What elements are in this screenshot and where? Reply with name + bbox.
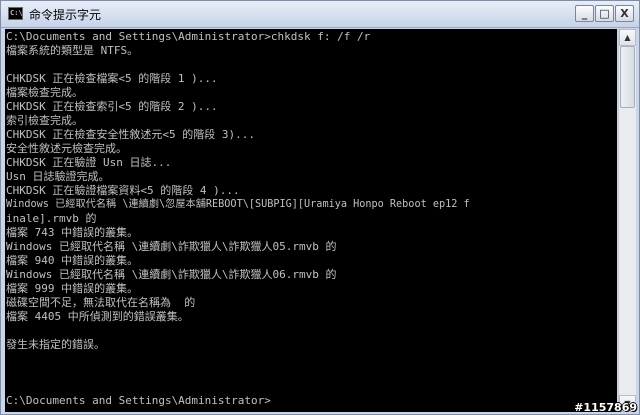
maximize-button[interactable]: □ [595, 5, 614, 22]
console-line: 發生未指定的錯誤。 [6, 338, 105, 351]
console-line: 磁碟空間不足，無法取代在名稱為 的 [6, 296, 196, 309]
console-line: CHKDSK 正在檢查檔案<5 的階段 1 )... [6, 72, 218, 85]
title-bar[interactable]: C:\ 命令提示字元 _ □ X [1, 1, 639, 28]
console-line: Windows 已經取代名稱 \連續劇\忽屋本舖REBOOT\[SUBPIG][… [6, 199, 470, 210]
console-line: 檔案 940 中錯誤的叢集。 [6, 254, 139, 267]
cmd-icon[interactable]: C:\ [8, 7, 23, 20]
minimize-button[interactable]: _ [575, 5, 594, 22]
console-output[interactable]: C:\Documents and Settings\Administrator>… [5, 29, 617, 412]
command-prompt-window: C:\ 命令提示字元 _ □ X C:\Documents and Settin… [0, 0, 640, 415]
console-line: 安全性敘述元檢查完成。 [6, 142, 127, 155]
window-title: 命令提示字元 [29, 8, 102, 22]
close-button[interactable]: X [615, 5, 634, 22]
console-line: 檔案 4405 中所偵測到的錯誤叢集。 [6, 310, 189, 323]
console-line: C:\Documents and Settings\Administrator>… [6, 30, 371, 43]
console-line: CHKDSK 正在驗證 Usn 日誌... [6, 156, 172, 169]
console-line: 檔案檢查完成。 [6, 86, 83, 99]
console-line: 索引檢查完成。 [6, 114, 83, 127]
console-line: Usn 日誌驗證完成。 [6, 170, 110, 183]
console-line: CHKDSK 正在驗證檔案資料<5 的階段 4 )... [6, 184, 240, 197]
scrollbar-thumb[interactable] [620, 46, 635, 108]
console-line: 檔案 999 中錯誤的叢集。 [6, 282, 139, 295]
console-line: CHKDSK 正在檢查索引<5 的階段 2 )... [6, 100, 218, 113]
vertical-scrollbar[interactable]: ▲ ▼ [618, 29, 636, 412]
console-line: Windows 已經取代名稱 \連續劇\詐欺獵人\詐欺獵人06.rmvb 的 [6, 268, 337, 281]
scroll-up-arrow-icon[interactable]: ▲ [619, 29, 636, 46]
console-line: 檔案 743 中錯誤的叢集。 [6, 226, 139, 239]
console-prompt: C:\Documents and Settings\Administrator> [6, 394, 271, 407]
console-line: CHKDSK 正在檢查安全性敘述元<5 的階段 3)... [6, 128, 255, 141]
console-line: inale].rmvb 的 [6, 212, 97, 225]
console-line: 檔案系統的類型是 NTFS。 [6, 44, 139, 57]
console-line: Windows 已經取代名稱 \連續劇\詐欺獵人\詐欺獵人05.rmvb 的 [6, 240, 337, 253]
watermark-text: #1157869 [574, 401, 637, 414]
